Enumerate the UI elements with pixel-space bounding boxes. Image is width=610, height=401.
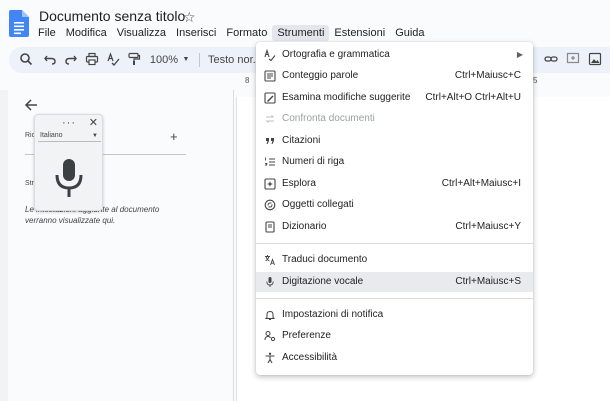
chevron-down-icon: ▼ bbox=[92, 133, 98, 139]
document-title[interactable]: Documento senza titolo bbox=[39, 8, 185, 24]
linked-objects-icon bbox=[264, 199, 276, 211]
menu-file[interactable]: File bbox=[33, 25, 61, 41]
back-arrow-icon[interactable] bbox=[24, 98, 38, 115]
menu-item-label: Digitazione vocale bbox=[282, 276, 364, 287]
paint-format-icon[interactable] bbox=[127, 52, 143, 68]
menu-estensioni[interactable]: Estensioni bbox=[329, 25, 390, 41]
menu-item-dictionary[interactable]: Dizionario Ctrl+Maiusc+Y bbox=[256, 217, 533, 237]
submenu-arrow-icon: ▶ bbox=[516, 50, 523, 59]
style-select[interactable]: Testo nor... bbox=[208, 52, 262, 68]
menu-item-preferences[interactable]: Preferenze bbox=[256, 326, 533, 346]
ruler-mark: 8 bbox=[245, 76, 250, 85]
menu-separator bbox=[256, 243, 533, 244]
menu-item-label: Impostazioni di notifica bbox=[282, 309, 384, 320]
undo-icon[interactable] bbox=[43, 52, 59, 68]
menu-item-shortcut: Ctrl+Alt+O Ctrl+Alt+U bbox=[425, 92, 521, 103]
menu-item-label: Accessibilità bbox=[282, 352, 338, 363]
menu-item-shortcut: Ctrl+Maiusc+C bbox=[454, 70, 521, 81]
add-comment-icon[interactable] bbox=[566, 52, 582, 68]
menu-item-label: Dizionario bbox=[282, 221, 327, 232]
menu-inserisci[interactable]: Inserisci bbox=[171, 25, 221, 41]
redo-icon[interactable] bbox=[64, 52, 80, 68]
menu-modifica[interactable]: Modifica bbox=[61, 25, 112, 41]
menu-item-word-count[interactable]: Conteggio parole Ctrl+Maiusc+C bbox=[256, 66, 533, 86]
microphone-icon[interactable] bbox=[53, 157, 85, 199]
menu-strumenti[interactable]: Strumenti bbox=[272, 25, 330, 41]
tools-menu-dropdown: Ortografia e grammatica ▶ Conteggio paro… bbox=[256, 42, 533, 375]
menu-item-explore[interactable]: Esplora Ctrl+Alt+Maiusc+I bbox=[256, 174, 533, 194]
menu-item-linked-objects[interactable]: Oggetti collegati bbox=[256, 195, 533, 215]
menu-guida[interactable]: Guida bbox=[390, 25, 429, 41]
explore-icon bbox=[264, 178, 276, 190]
menu-item-compare-documents: Confronta documenti bbox=[256, 109, 533, 129]
spellcheck-toolbar-icon[interactable] bbox=[106, 52, 122, 68]
menu-item-review-edits[interactable]: Esamina modifiche suggerite Ctrl+Alt+O C… bbox=[256, 88, 533, 108]
search-menus-icon[interactable] bbox=[19, 52, 35, 68]
menu-item-line-numbers[interactable]: Numeri di riga bbox=[256, 152, 533, 172]
menu-item-label: Conteggio parole bbox=[282, 70, 359, 81]
language-label: Italiano bbox=[40, 132, 63, 139]
more-options-icon[interactable]: ··· bbox=[62, 117, 76, 129]
mic-icon bbox=[266, 277, 274, 287]
review-edits-icon bbox=[264, 92, 276, 104]
menu-item-label: Traduci documento bbox=[282, 254, 368, 265]
voice-typing-widget[interactable]: ··· ✕ Italiano ▼ bbox=[34, 114, 103, 211]
menu-item-label: Numeri di riga bbox=[282, 156, 345, 167]
ruler-mark: 5 bbox=[533, 76, 538, 85]
menu-item-label: Citazioni bbox=[282, 135, 321, 146]
menu-item-label: Confronta documenti bbox=[282, 113, 375, 124]
menu-formato[interactable]: Formato bbox=[221, 25, 272, 41]
preferences-icon bbox=[264, 331, 276, 342]
panel-border bbox=[233, 90, 234, 401]
spellcheck-icon bbox=[264, 49, 276, 61]
menu-separator bbox=[256, 298, 533, 299]
add-summary-button[interactable]: + bbox=[170, 129, 178, 144]
bell-icon bbox=[264, 310, 276, 320]
docs-logo-icon[interactable] bbox=[9, 10, 29, 37]
menu-item-voice-typing[interactable]: Digitazione vocale Ctrl+Maiusc+S bbox=[256, 272, 533, 292]
menu-item-label: Preferenze bbox=[282, 330, 331, 341]
compare-icon bbox=[265, 115, 275, 123]
star-icon[interactable]: ☆ bbox=[183, 8, 196, 26]
translate-icon bbox=[265, 255, 275, 266]
outline-label: Str bbox=[25, 180, 34, 187]
menu-item-shortcut: Ctrl+Maiusc+S bbox=[455, 276, 521, 287]
accessibility-icon bbox=[265, 352, 275, 364]
link-icon[interactable] bbox=[544, 52, 560, 68]
language-select[interactable]: Italiano ▼ bbox=[38, 131, 101, 142]
menu-item-label: Oggetti collegati bbox=[282, 199, 354, 210]
print-icon[interactable] bbox=[85, 52, 101, 68]
menu-item-citations[interactable]: Citazioni bbox=[256, 131, 533, 151]
zoom-chevron-down-icon[interactable]: ▼ bbox=[181, 52, 191, 68]
menu-item-spelling-grammar[interactable]: Ortografia e grammatica ▶ bbox=[256, 45, 533, 65]
insert-image-icon[interactable] bbox=[588, 52, 604, 68]
zoom-select[interactable]: 100% bbox=[148, 52, 180, 68]
quote-icon bbox=[266, 138, 274, 144]
menu-item-shortcut: Ctrl+Alt+Maiusc+I bbox=[441, 178, 521, 189]
toolbar-divider bbox=[199, 53, 200, 67]
menu-item-label: Esamina modifiche suggerite bbox=[282, 92, 411, 103]
dictionary-icon bbox=[265, 221, 275, 233]
word-count-icon bbox=[264, 70, 276, 82]
line-numbers-icon bbox=[265, 157, 275, 166]
close-icon[interactable]: ✕ bbox=[89, 116, 98, 129]
menu-item-translate[interactable]: Traduci documento bbox=[256, 250, 533, 270]
menu-bar: File Modifica Visualizza Inserisci Forma… bbox=[33, 25, 430, 41]
menu-item-accessibility[interactable]: Accessibilità bbox=[256, 348, 533, 368]
menu-visualizza[interactable]: Visualizza bbox=[112, 25, 171, 41]
menu-item-label: Esplora bbox=[282, 178, 316, 189]
menu-item-shortcut: Ctrl+Maiusc+Y bbox=[455, 221, 521, 232]
menu-item-label: Ortografia e grammatica bbox=[282, 49, 390, 60]
menu-item-notification-settings[interactable]: Impostazioni di notifica bbox=[256, 305, 533, 325]
